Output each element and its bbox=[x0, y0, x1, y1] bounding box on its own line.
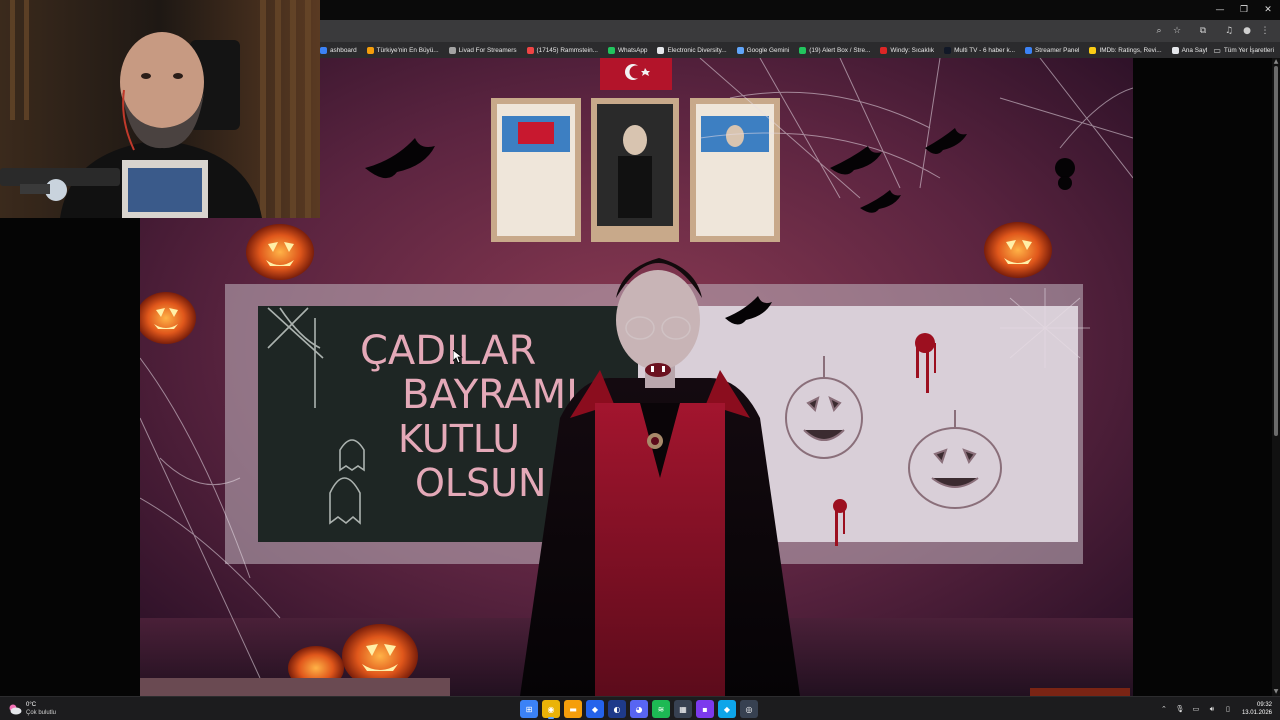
calculator-icon[interactable]: ▦ bbox=[674, 700, 692, 718]
scroll-up-icon[interactable]: ▲ bbox=[1272, 58, 1280, 66]
scroll-thumb[interactable] bbox=[1274, 66, 1278, 436]
chevron-up-icon[interactable]: ⌃ bbox=[1158, 702, 1170, 716]
weather-text: 0°C Çok bulutlu bbox=[26, 701, 56, 717]
bookmark-label: Multi TV - 6 haber k... bbox=[954, 46, 1016, 54]
bookmark-favicon-icon bbox=[1089, 46, 1097, 54]
bookmark-favicon-icon bbox=[657, 46, 665, 54]
bookmark-label: ashboard bbox=[330, 46, 357, 54]
discord-icon[interactable]: ◕ bbox=[630, 700, 648, 718]
bookmark-item[interactable]: (19) Alert Box / Stre... bbox=[799, 46, 871, 54]
clock-date: 13.01.2026 bbox=[1241, 710, 1272, 716]
minimize-button[interactable]: — bbox=[1208, 0, 1232, 20]
bookmark-label: IMDb: Ratings, Revi... bbox=[1099, 46, 1162, 54]
bookmark-label: Windy: Sıcaklık bbox=[890, 46, 935, 54]
bookmark-favicon-icon bbox=[799, 46, 807, 54]
profile-icon[interactable]: ● bbox=[1238, 22, 1256, 40]
restore-button[interactable]: ❐ bbox=[1232, 0, 1256, 20]
all-bookmarks-label: Tüm Yer İşaretleri bbox=[1223, 46, 1274, 54]
bookmark-favicon-icon bbox=[366, 46, 374, 54]
bookmark-item[interactable]: Electronic Diversity... bbox=[657, 46, 727, 54]
app-purple-icon[interactable]: ▪ bbox=[696, 700, 714, 718]
mouse-cursor-icon bbox=[453, 350, 463, 364]
menu-icon[interactable]: ⋮ bbox=[1256, 22, 1274, 40]
spotify-icon[interactable]: ≋ bbox=[652, 700, 670, 718]
bookmark-favicon-icon bbox=[944, 46, 952, 54]
bookmark-item[interactable]: Livad For Streamers bbox=[448, 46, 517, 54]
page-scrollbar[interactable]: ▲ ▼ bbox=[1272, 58, 1280, 696]
close-button[interactable]: ✕ bbox=[1256, 0, 1280, 20]
bookmark-favicon-icon bbox=[1171, 46, 1179, 54]
bookmark-label: Google Gemini bbox=[746, 46, 790, 54]
bookmark-item[interactable]: Google Gemini bbox=[736, 46, 790, 54]
start-icon[interactable]: ⊞ bbox=[520, 700, 538, 718]
display-icon[interactable]: ▭ bbox=[1190, 702, 1202, 716]
app-blue-icon[interactable]: ◆ bbox=[586, 700, 604, 718]
media-icon[interactable]: ♫ bbox=[1220, 22, 1238, 40]
screen: — ❐ ✕ ⌕ ☆ ⧉ ♫ ● ⋮ ashboard Türkiye'nin En… bbox=[0, 0, 1280, 720]
webcam-feed bbox=[0, 0, 320, 218]
weather-widget[interactable]: 0°C Çok bulutlu bbox=[8, 699, 56, 719]
chalk-line-1: ÇADILAR bbox=[360, 328, 536, 374]
chalk-line-3: KUTLU bbox=[398, 417, 520, 461]
wall-frames bbox=[491, 98, 780, 242]
chalk-line-4: OLSUN bbox=[415, 461, 546, 505]
weather-temp: 0°C bbox=[26, 702, 37, 708]
toolbar-icons: ⌕ ☆ ⧉ ♫ ● ⋮ bbox=[1150, 20, 1274, 42]
bookmark-label: Livad For Streamers bbox=[458, 46, 517, 54]
bookmark-favicon-icon bbox=[526, 46, 534, 54]
system-tray: ⌃ 🎙︎ ▭ 🔊︎ ▯ 09:32 13.01.2026 bbox=[1158, 699, 1272, 719]
bookmark-favicon-icon bbox=[880, 46, 888, 54]
bookmark-label: (17145) Rammstein... bbox=[536, 46, 598, 54]
clock[interactable]: 09:32 13.01.2026 bbox=[1242, 701, 1272, 717]
bookmark-favicon-icon bbox=[736, 46, 744, 54]
bookmark-item[interactable]: ashboard bbox=[320, 46, 357, 54]
clock-time: 09:32 bbox=[1256, 702, 1272, 708]
bookmark-favicon-icon bbox=[320, 46, 327, 54]
zoom-icon[interactable]: ⌕ bbox=[1150, 22, 1168, 40]
all-bookmarks-folder[interactable]: ▭ Tüm Yer İşaretleri bbox=[1207, 42, 1274, 58]
volume-icon[interactable]: 🔊︎ bbox=[1206, 702, 1218, 716]
bookmark-favicon-icon bbox=[448, 46, 456, 54]
taskbar-apps: ⊞ ◉ ▬ ◆ ◐ ◕ ≋ ▦ ▪ ◆ ◎ bbox=[520, 699, 758, 719]
battery-icon[interactable]: ▯ bbox=[1222, 702, 1234, 716]
bookmark-label: (19) Alert Box / Stre... bbox=[809, 46, 871, 54]
extensions-icon[interactable]: ⧉ bbox=[1194, 22, 1212, 40]
webcam-overlay bbox=[0, 0, 320, 218]
chalk-line-2: BAYRAMI bbox=[402, 372, 578, 418]
chrome-icon[interactable]: ◉ bbox=[542, 700, 560, 719]
app-cyan-icon[interactable]: ◆ bbox=[718, 700, 736, 718]
weather-desc: Çok bulutlu bbox=[26, 710, 57, 716]
bookmark-item[interactable]: WhatsApp bbox=[607, 46, 648, 54]
obs-icon[interactable]: ◎ bbox=[740, 700, 758, 718]
bookmark-label: WhatsApp bbox=[617, 46, 648, 54]
bookmark-label: Türkiye'nin En Büyü... bbox=[376, 46, 439, 54]
folder-icon: ▭ bbox=[1213, 45, 1221, 55]
bookmark-favicon-icon bbox=[607, 46, 615, 54]
bookmark-item[interactable]: Streamer Panel bbox=[1025, 46, 1080, 54]
star-icon[interactable]: ☆ bbox=[1168, 22, 1186, 40]
taskbar: 0°C Çok bulutlu ⊞ ◉ ▬ ◆ ◐ ◕ ≋ ▦ ▪ ◆ ◎ ⌃ 🎙︎ ▭ 🔊︎ ▯ … bbox=[0, 696, 1280, 720]
bookmark-item[interactable]: IMDb: Ratings, Revi... bbox=[1089, 46, 1162, 54]
microphone-icon[interactable]: 🎙︎ bbox=[1174, 702, 1186, 716]
bookmark-label: Electronic Diversity... bbox=[667, 46, 727, 54]
bookmark-item[interactable]: Türkiye'nin En Büyü... bbox=[366, 46, 439, 54]
file-explorer-icon[interactable]: ▬ bbox=[564, 700, 582, 718]
steam-icon[interactable]: ◐ bbox=[608, 700, 626, 718]
bookmark-favicon-icon bbox=[1025, 46, 1033, 54]
bookmark-item[interactable]: Windy: Sıcaklık bbox=[880, 46, 935, 54]
window-controls: — ❐ ✕ bbox=[1208, 0, 1280, 20]
bookmark-item[interactable]: (17145) Rammstein... bbox=[526, 46, 598, 54]
cloud-icon bbox=[9, 704, 22, 715]
scroll-down-icon[interactable]: ▼ bbox=[1272, 688, 1280, 696]
bookmark-item[interactable]: Multi TV - 6 haber k... bbox=[944, 46, 1016, 54]
bookmark-label: Streamer Panel bbox=[1035, 46, 1080, 54]
